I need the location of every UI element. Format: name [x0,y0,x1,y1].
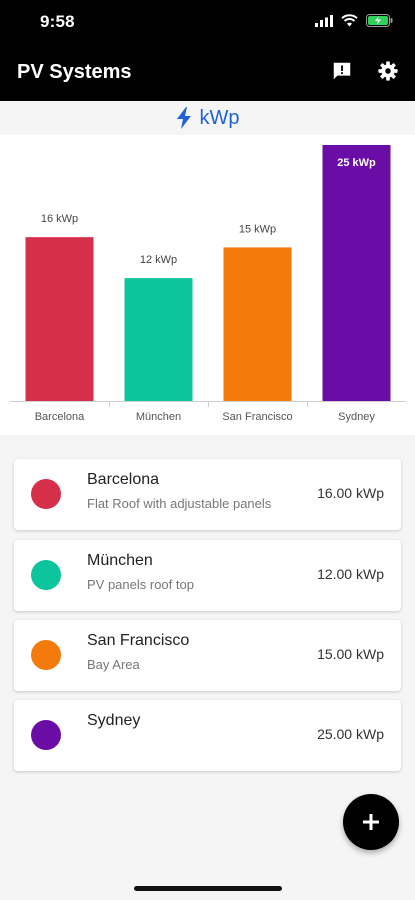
system-description: PV panels roof top [87,577,194,592]
data-label: 12 kWp [140,254,177,266]
unit-label: kWp [199,106,240,129]
data-label: 15 kWp [239,223,276,235]
add-system-button[interactable] [343,794,399,850]
capacity-chart: 16 kWp Barcelona 12 kWp München 15 kWp San Fr… [0,135,415,435]
feedback-button[interactable] [329,58,355,84]
system-card-munchen[interactable]: München PV panels roof top 12.00 kWp [14,540,401,611]
x-tick-label: San Francisco [222,411,292,423]
unit-header[interactable]: kWp [0,101,415,135]
color-indicator [31,640,61,670]
bar[interactable] [124,278,193,401]
system-capacity: 16.00 kWp [317,485,384,501]
settings-button[interactable] [375,58,401,84]
feedback-icon [333,62,351,80]
bar[interactable] [322,145,391,401]
system-card-san-francisco[interactable]: San Francisco Bay Area 15.00 kWp [14,620,401,691]
app-header: 9:58 PV Systems [0,0,415,101]
data-label: 25 kWp [337,157,376,169]
x-tick-label: Sydney [338,411,375,423]
system-capacity: 15.00 kWp [317,646,384,662]
system-name: Sydney [87,712,141,729]
x-tick-label: München [136,411,181,423]
color-indicator [31,479,61,509]
color-indicator [31,720,61,750]
home-indicator [134,886,282,891]
system-capacity: 12.00 kWp [317,566,384,582]
color-indicator [31,560,61,590]
page-title: PV Systems [17,61,132,83]
data-label: 16 kWp [41,213,78,225]
system-name: Barcelona [87,471,160,488]
plus-icon [363,814,379,830]
x-tick-label: Barcelona [35,411,85,423]
bolt-icon [176,107,191,129]
system-description: Bay Area [87,657,140,672]
status-time: 9:58 [40,12,75,31]
bar[interactable] [25,237,94,401]
system-name: San Francisco [87,632,190,649]
system-name: München [87,552,153,569]
bar-chart: 16 kWp Barcelona 12 kWp München 15 kWp San Fr… [10,145,406,423]
signal-icon [315,14,333,27]
system-card-sydney[interactable]: Sydney 25.00 kWp [14,700,401,771]
system-capacity: 25.00 kWp [317,726,384,742]
status-icons [315,14,393,27]
system-description: Flat Roof with adjustable panels [87,496,272,511]
system-card-barcelona[interactable]: Barcelona Flat Roof with adjustable pane… [14,459,401,530]
settings-icon [378,61,398,81]
wifi-icon [341,14,358,27]
bar[interactable] [223,247,292,401]
battery-icon [366,14,393,27]
